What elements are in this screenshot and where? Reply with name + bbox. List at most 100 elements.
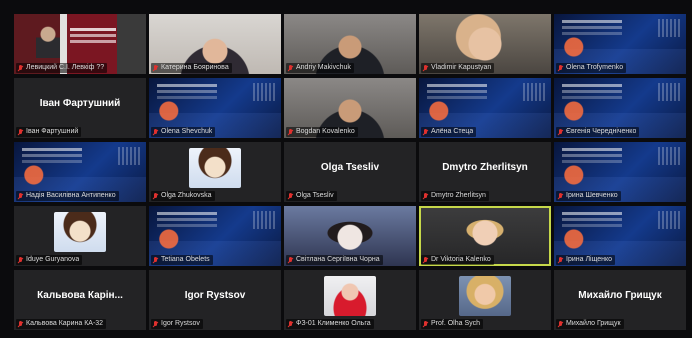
participant-name-text: Bogdan Kovalenko: [296, 128, 355, 135]
participant-name-label: Світлана Сергіївна Чорна: [286, 255, 383, 265]
muted-mic-icon: [153, 256, 158, 264]
participant-tile[interactable]: Prof. Olha Sych: [419, 270, 551, 330]
muted-mic-icon: [288, 64, 293, 72]
participant-name-text: Igor Rystsov: [161, 320, 200, 327]
participant-display-name: Михайло Грищук: [578, 290, 662, 301]
participant-tile[interactable]: Olena Shevchuk: [149, 78, 281, 138]
participant-name-label: Кальвова Карина КА-32: [16, 319, 107, 329]
participant-display-name: Igor Rystsov: [184, 290, 246, 301]
participant-name-text: Olena Trofymenko: [566, 64, 624, 71]
participant-tile[interactable]: Іван Фартушний Іван Фартушний: [14, 78, 146, 138]
participant-name-text: Olga Zhukovska: [161, 192, 212, 199]
participant-avatar: [459, 276, 511, 316]
participant-name-label: Igor Rystsov: [151, 319, 203, 329]
participant-tile[interactable]: Iduye Guryanova: [14, 206, 146, 266]
muted-mic-icon: [558, 128, 563, 136]
participant-name-label: Левицкий С.І. Левкіф ??: [16, 63, 108, 73]
participant-name-text: Кальвова Карина КА-32: [26, 320, 104, 327]
participant-tile[interactable]: Dr Viktoria Kalenko: [419, 206, 551, 266]
participant-tile[interactable]: Bogdan Kovalenko: [284, 78, 416, 138]
participant-name-text: Алёна Стеца: [431, 128, 474, 135]
participant-name-text: Євгенія Чередніченко: [566, 128, 637, 135]
participant-name-text: Левицкий С.І. Левкіф ??: [26, 64, 105, 71]
muted-mic-icon: [558, 320, 563, 328]
muted-mic-icon: [153, 192, 158, 200]
participant-avatar: [54, 212, 106, 252]
participant-name-label: Ірина Шевченко: [556, 191, 621, 201]
participant-name-label: Andriy Makivchuk: [286, 63, 354, 73]
participant-name-text: Іван Фартушний: [26, 128, 79, 135]
participant-tile[interactable]: Ірина Ліщенко: [554, 206, 686, 266]
participant-name-label: Bogdan Kovalenko: [286, 127, 358, 137]
participant-name-label: Iduye Guryanova: [16, 255, 83, 265]
participant-tile[interactable]: Надія Василівна Антипенко: [14, 142, 146, 202]
muted-mic-icon: [423, 128, 428, 136]
participant-tile[interactable]: Tetiana Obelets: [149, 206, 281, 266]
muted-mic-icon: [423, 64, 428, 72]
participant-tile[interactable]: Михайло Грищук Михайло Грищук: [554, 270, 686, 330]
participant-tile[interactable]: Кальвова Карін... Кальвова Карина КА-32: [14, 270, 146, 330]
participant-name-text: Dr Viktoria Kalenko: [431, 256, 491, 263]
participant-tile[interactable]: Olena Trofymenko: [554, 14, 686, 74]
participant-name-label: ФЗ-01 Клименко Ольга: [286, 319, 374, 329]
muted-mic-icon: [18, 64, 23, 72]
participant-name-label: Катерина Бояринова: [151, 63, 232, 73]
participant-name-label: Olena Trofymenko: [556, 63, 627, 73]
participant-name-label: Алёна Стеца: [421, 127, 477, 137]
participant-name-text: Надія Василівна Антипенко: [26, 192, 116, 199]
muted-mic-icon: [558, 256, 563, 264]
participant-name-label: Tetiana Obelets: [151, 255, 213, 265]
participant-name-label: Dmytro Zherlitsyn: [421, 191, 489, 201]
video-call-window: Левицкий С.І. Левкіф ?? Катерина Бояринов…: [0, 0, 692, 338]
participant-name-text: Iduye Guryanova: [26, 256, 80, 263]
participant-tile[interactable]: Алёна Стеца: [419, 78, 551, 138]
participant-name-label: Євгенія Чередніченко: [556, 127, 640, 137]
participant-name-text: Світлана Сергіївна Чорна: [296, 256, 380, 263]
participant-name-label: Olena Shevchuk: [151, 127, 216, 137]
participant-name-text: Andriy Makivchuk: [296, 64, 351, 71]
participant-name-label: Михайло Грищук: [556, 319, 624, 329]
participant-avatar: [324, 276, 376, 316]
participant-tile[interactable]: Світлана Сергіївна Чорна: [284, 206, 416, 266]
participant-name-text: Катерина Бояринова: [161, 64, 229, 71]
participant-tile[interactable]: Olga Zhukovska: [149, 142, 281, 202]
participant-tile[interactable]: Vladimir Kapustyan: [419, 14, 551, 74]
participant-name-label: Ірина Ліщенко: [556, 255, 616, 265]
participant-name-label: Dr Viktoria Kalenko: [421, 255, 494, 265]
participant-name-label: Olga Zhukovska: [151, 191, 215, 201]
participant-name-label: Vladimir Kapustyan: [421, 63, 495, 73]
participant-name-text: Михайло Грищук: [566, 320, 621, 327]
muted-mic-icon: [18, 128, 23, 136]
participant-name-text: Prof. Olha Sych: [431, 320, 481, 327]
participant-tile[interactable]: Євгенія Чередніченко: [554, 78, 686, 138]
participant-name-label: Надія Василівна Антипенко: [16, 191, 119, 201]
participant-tile[interactable]: Igor Rystsov Igor Rystsov: [149, 270, 281, 330]
participant-tile[interactable]: ФЗ-01 Клименко Ольга: [284, 270, 416, 330]
muted-mic-icon: [423, 192, 428, 200]
participant-tile[interactable]: Andriy Makivchuk: [284, 14, 416, 74]
muted-mic-icon: [558, 192, 563, 200]
participant-display-name: Кальвова Карін...: [37, 290, 123, 301]
participant-tile[interactable]: Dmytro Zherlitsyn Dmytro Zherlitsyn: [419, 142, 551, 202]
participant-name-text: Vladimir Kapustyan: [431, 64, 492, 71]
participant-tile[interactable]: Левицкий С.І. Левкіф ??: [14, 14, 146, 74]
muted-mic-icon: [153, 64, 158, 72]
participant-name-text: ФЗ-01 Клименко Ольга: [296, 320, 371, 327]
participant-tile[interactable]: Катерина Бояринова: [149, 14, 281, 74]
participant-gallery: Левицкий С.І. Левкіф ?? Катерина Бояринов…: [14, 14, 686, 332]
participant-display-name: Dmytro Zherlitsyn: [442, 162, 528, 173]
participant-name-text: Ірина Шевченко: [566, 192, 618, 199]
participant-name-text: Olga Tsesliv: [296, 192, 334, 199]
muted-mic-icon: [288, 256, 293, 264]
participant-name-label: Іван Фартушний: [16, 127, 82, 137]
participant-name-text: Olena Shevchuk: [161, 128, 213, 135]
participant-name-label: Prof. Olha Sych: [421, 319, 484, 329]
muted-mic-icon: [423, 256, 428, 264]
participant-tile[interactable]: Olga Tsesliv Olga Tsesliv: [284, 142, 416, 202]
muted-mic-icon: [558, 64, 563, 72]
participant-name-text: Dmytro Zherlitsyn: [431, 192, 486, 199]
muted-mic-icon: [288, 320, 293, 328]
participant-tile[interactable]: Ірина Шевченко: [554, 142, 686, 202]
muted-mic-icon: [18, 320, 23, 328]
muted-mic-icon: [153, 128, 158, 136]
